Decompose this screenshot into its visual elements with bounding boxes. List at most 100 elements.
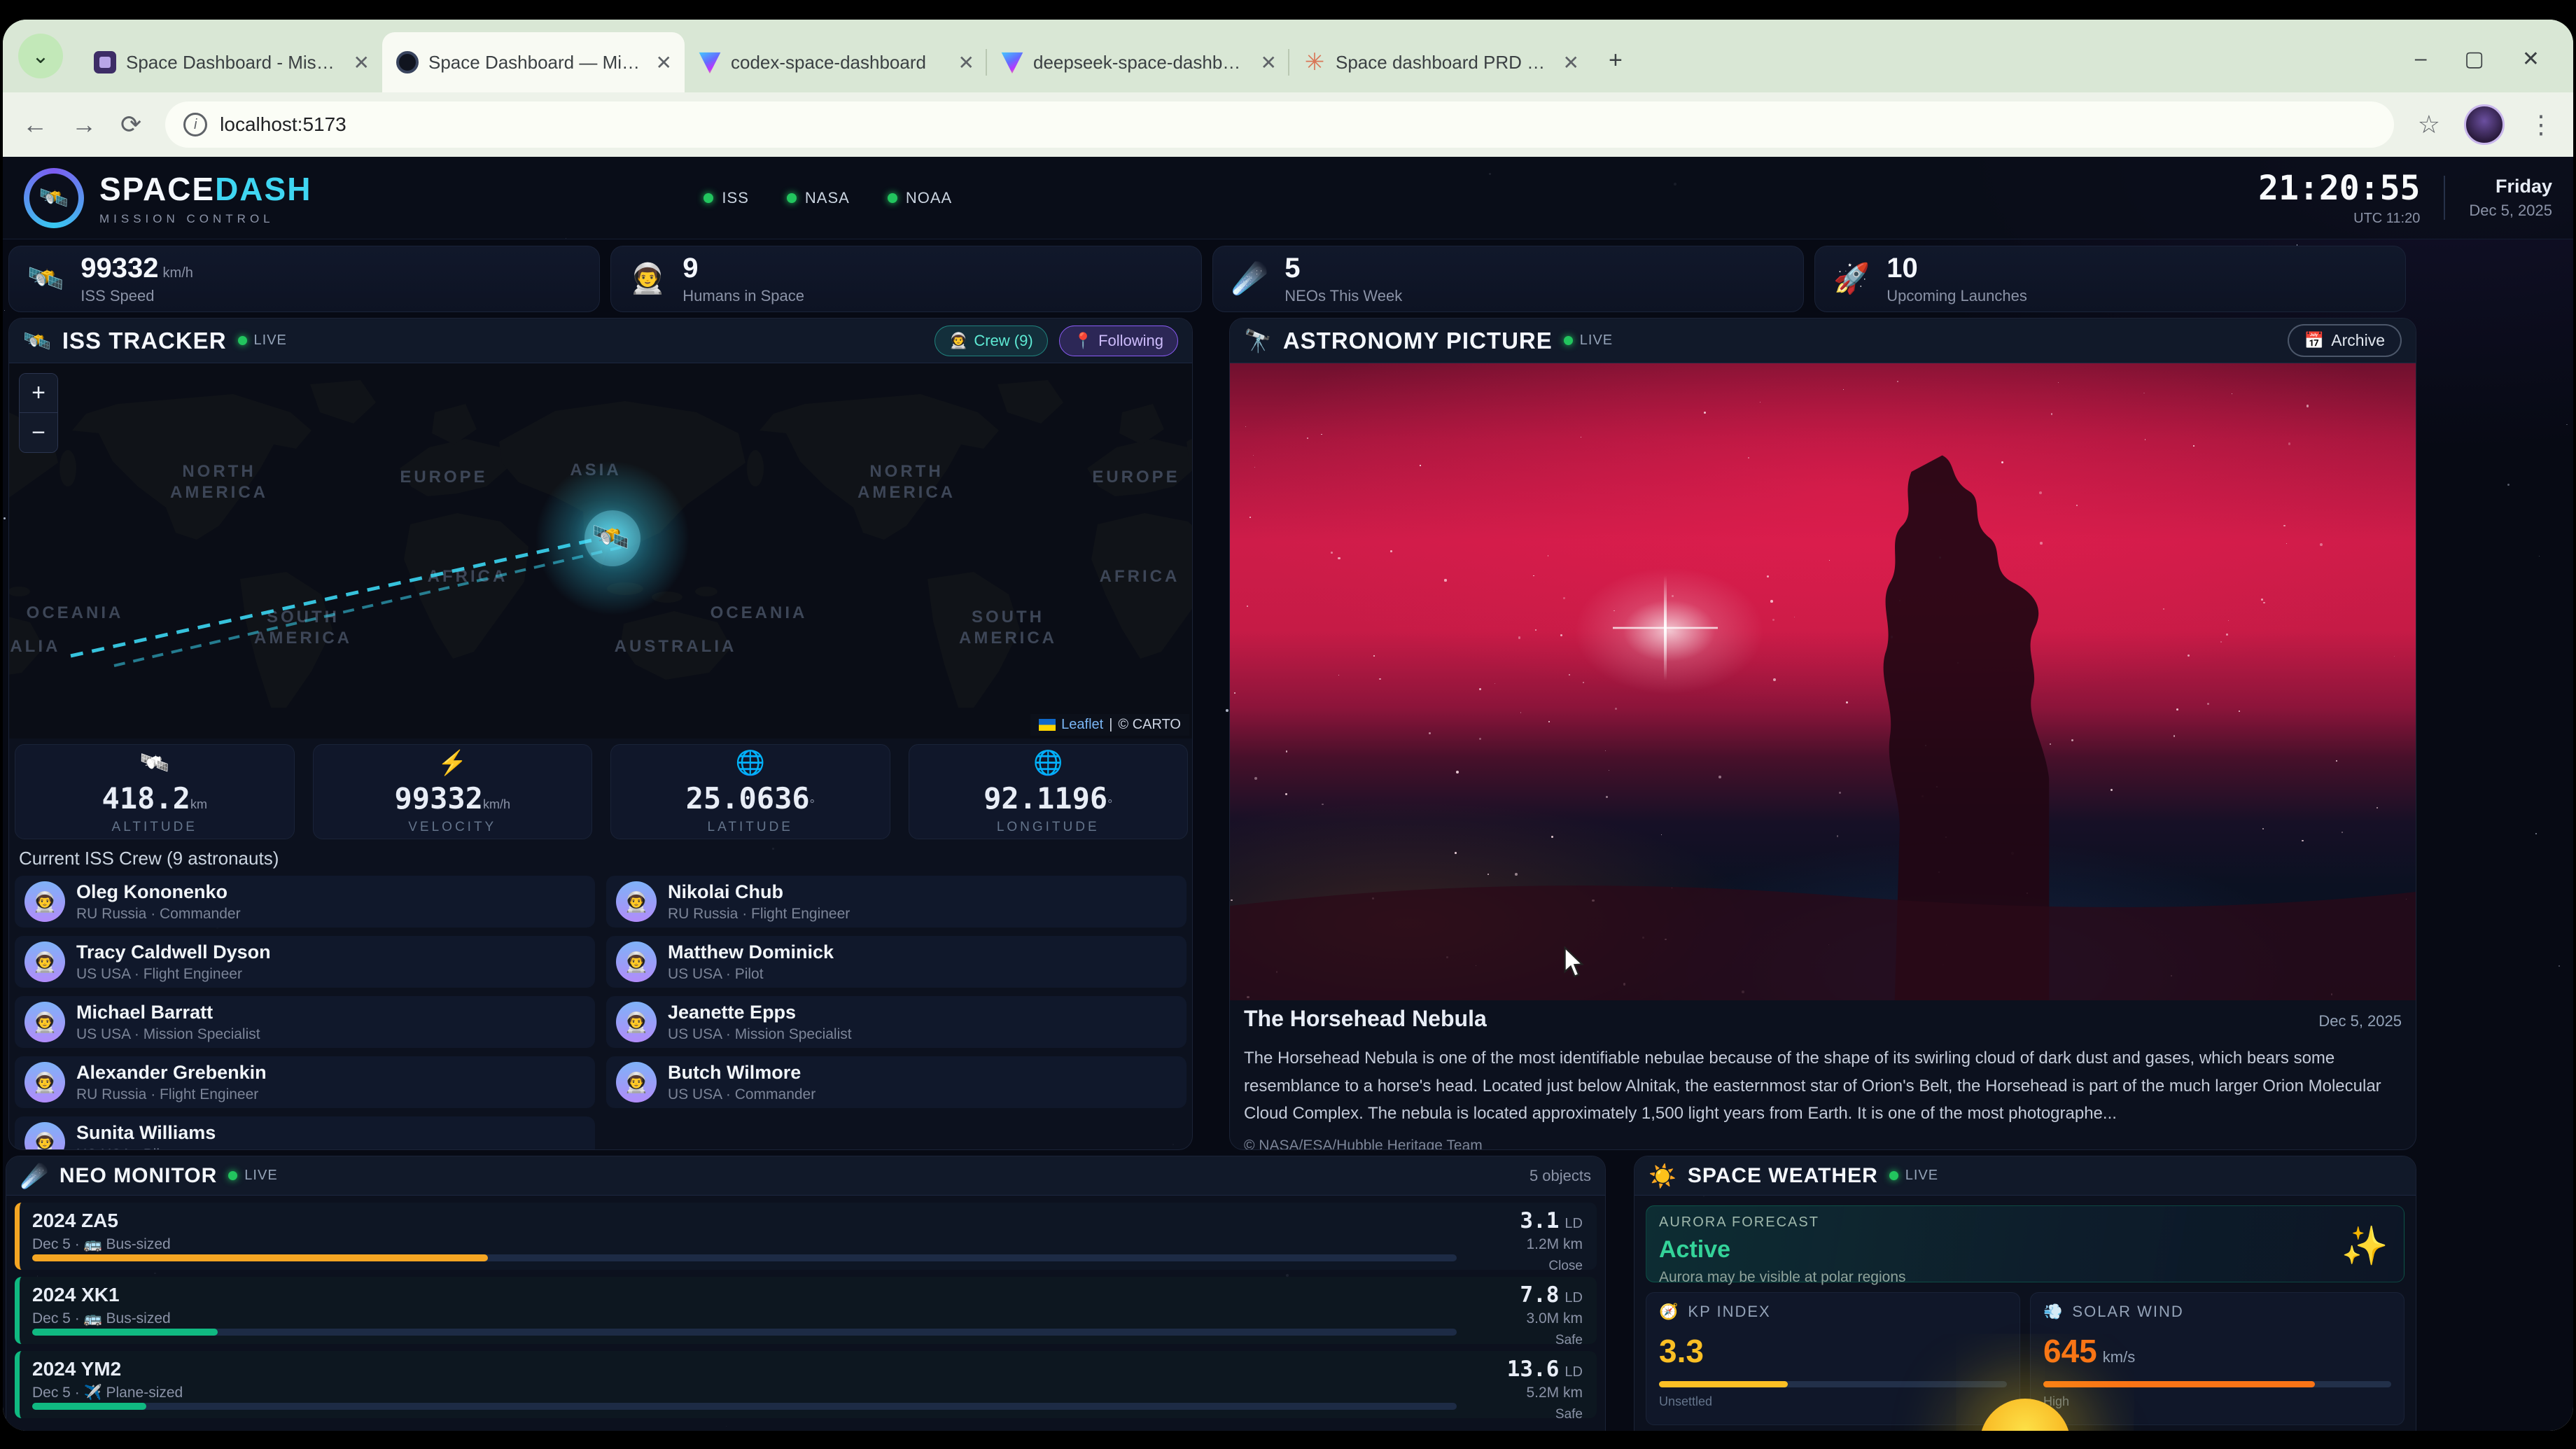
crew-row[interactable]: 👨‍🚀 Butch WilmoreUS USA · Commander — [606, 1056, 1186, 1108]
svg-text:EUROPE: EUROPE — [1092, 468, 1180, 486]
live-dot — [238, 336, 247, 345]
comet-icon: ☄️ — [20, 1163, 48, 1189]
address-bar[interactable]: i localhost:5173 — [165, 102, 2394, 148]
crew-heading: Current ISS Crew (9 astronauts) — [19, 848, 279, 869]
status-label: NASA — [805, 189, 850, 207]
crew-row[interactable]: 👨‍🚀 Oleg KononenkoRU Russia · Commander — [15, 876, 595, 927]
maximize-button[interactable]: ▢ — [2465, 47, 2484, 71]
neo-distance-bar — [32, 1329, 1457, 1336]
svg-text:SOUTH: SOUTH — [972, 608, 1044, 626]
crew-row[interactable]: 👨‍🚀 Jeanette EppsUS USA · Mission Specia… — [606, 996, 1186, 1048]
app-subtitle: MISSION CONTROL — [99, 212, 312, 226]
stat-label: NEOs This Week — [1284, 287, 1402, 305]
telemetry-longitude: 🌐 92.1196° LONGITUDE — [909, 744, 1189, 839]
crew-row[interactable]: 👨‍🚀 Matthew DominickUS USA · Pilot — [606, 936, 1186, 988]
aurora-status: Active — [1659, 1236, 2391, 1264]
crew-row[interactable]: 👨‍🚀 Michael BarrattUS USA · Mission Spec… — [15, 996, 595, 1048]
stat-humans: 👨‍🚀 9 Humans in Space — [610, 246, 1202, 312]
app-title: SPACEDASH — [99, 170, 312, 208]
status-dot — [787, 193, 797, 203]
astronaut-avatar: 👨‍🚀 — [24, 1122, 65, 1150]
following-badge[interactable]: 📍Following — [1059, 326, 1178, 356]
close-tab-icon[interactable]: ✕ — [656, 51, 672, 74]
close-tab-icon[interactable]: ✕ — [1563, 51, 1579, 74]
live-dot — [1889, 1171, 1898, 1180]
live-label: LIVE — [244, 1168, 277, 1184]
neo-row: 2024 XK1 Dec 5 · 🚌 Bus-sized 7.8LD 3.0M … — [15, 1277, 1597, 1344]
neo-distance-bar — [32, 1403, 1457, 1410]
app-header: 🛰️ SPACEDASH MISSION CONTROL ISS NASA NO… — [3, 157, 2573, 239]
new-tab-button[interactable]: + — [1609, 47, 1623, 74]
iss-panel-title: ISS TRACKER — [62, 328, 227, 354]
back-button[interactable]: ← — [22, 110, 48, 139]
site-info-icon[interactable]: i — [183, 113, 207, 136]
tab-title: deepseek-space-dashboard-2 — [1033, 52, 1251, 74]
close-tab-icon[interactable]: ✕ — [958, 51, 974, 74]
svg-text:NORTH: NORTH — [182, 462, 255, 481]
globe-icon: 🌐 — [1033, 749, 1063, 777]
crew-row[interactable]: 👨‍🚀 Sunita WilliamsUS USA · Pilot — [15, 1116, 595, 1150]
svg-text:AUSTRALIA: AUSTRALIA — [9, 637, 60, 656]
close-tab-icon[interactable]: ✕ — [354, 51, 370, 74]
apod-photo-title: The Horsehead Nebula — [1244, 1006, 1487, 1032]
map-zoom-out-button[interactable]: − — [20, 413, 57, 452]
sparkles-icon: ✨ — [2342, 1224, 2388, 1268]
tab-1[interactable]: Space Dashboard - Mission Co ✕ — [80, 32, 382, 92]
close-window-button[interactable]: ✕ — [2522, 47, 2540, 71]
archive-button[interactable]: 📅Archive — [2288, 324, 2402, 357]
astronaut-icon: 👨‍🚀 — [629, 262, 666, 296]
tab-4[interactable]: deepseek-space-dashboard-2 ✕ — [987, 32, 1289, 92]
stat-launches: 🚀 10 Upcoming Launches — [1814, 246, 2406, 312]
stat-label: Humans in Space — [682, 287, 804, 305]
svg-text:OCEANIA: OCEANIA — [27, 603, 124, 622]
spacedash-app: 🛰️ SPACEDASH MISSION CONTROL ISS NASA NO… — [3, 157, 2573, 1431]
map-attribution: Leaflet | © CARTO — [1030, 714, 1189, 736]
svg-text:NORTH: NORTH — [869, 462, 943, 481]
astronaut-avatar: 👨‍🚀 — [24, 941, 65, 982]
apod-panel-title: ASTRONOMY PICTURE — [1283, 328, 1553, 354]
solar-wind-bar — [2043, 1381, 2391, 1387]
forward-button[interactable]: → — [71, 110, 97, 139]
ukraine-flag-icon — [1039, 719, 1056, 731]
horsehead-silhouette — [1230, 363, 2416, 1000]
compass-icon: 🧭 — [1659, 1303, 1679, 1321]
neo-object-count: 5 objects — [1530, 1167, 1591, 1185]
status-dot — [888, 193, 897, 203]
apod-image[interactable] — [1230, 363, 2416, 1000]
lightning-icon: ⚡ — [438, 749, 467, 777]
profile-avatar[interactable] — [2464, 104, 2505, 145]
tab-title: Space Dashboard — Mission Co — [428, 52, 646, 74]
stat-label: ISS Speed — [80, 287, 193, 305]
svg-text:AFRICA: AFRICA — [1100, 567, 1180, 586]
solar-wind-card: 💨SOLAR WIND 645km/s High — [2030, 1292, 2404, 1425]
crew-row[interactable]: 👨‍🚀 Tracy Caldwell DysonUS USA · Flight … — [15, 936, 595, 988]
status-label: ISS — [722, 189, 748, 207]
astronaut-avatar: 👨‍🚀 — [24, 881, 65, 922]
map-zoom-in-button[interactable]: + — [20, 374, 57, 413]
vite-favicon — [1001, 51, 1023, 74]
minimize-button[interactable]: – — [2415, 47, 2427, 71]
leaflet-link[interactable]: Leaflet — [1061, 717, 1103, 733]
astronaut-avatar: 👨‍🚀 — [616, 941, 657, 982]
neo-monitor-panel: ☄️ NEO MONITOR LIVE 5 objects 2024 ZA5 D… — [6, 1156, 1606, 1431]
neo-row: 2024 ZA5 Dec 5 · 🚌 Bus-sized 3.1LD 1.2M … — [15, 1203, 1597, 1270]
tab-search-button[interactable]: ⌄ — [18, 34, 63, 78]
astronaut-avatar: 👨‍🚀 — [616, 881, 657, 922]
tab-3[interactable]: codex-space-dashboard ✕ — [685, 32, 987, 92]
close-tab-icon[interactable]: ✕ — [1261, 51, 1277, 74]
svg-text:SOUTH: SOUTH — [267, 608, 340, 626]
tab-5[interactable]: ✳ Space dashboard PRD with live ✕ — [1289, 32, 1592, 92]
iss-map[interactable]: NORTHAMERICAEUROPEASIAAFRICASOUTHAMERICA… — [9, 363, 1193, 738]
reload-button[interactable]: ⟳ — [120, 110, 141, 139]
local-time: 21:20:55 — [2258, 169, 2420, 208]
browser-menu-icon[interactable]: ⋮ — [2528, 110, 2554, 139]
bookmark-star-icon[interactable]: ☆ — [2418, 110, 2440, 139]
crew-badge[interactable]: 👨‍🚀Crew (9) — [934, 326, 1048, 356]
carto-link[interactable]: © CARTO — [1118, 717, 1181, 733]
apod-photo-date: Dec 5, 2025 — [2318, 1012, 2402, 1030]
tab-2-active[interactable]: Space Dashboard — Mission Co ✕ — [382, 32, 685, 92]
crew-row[interactable]: 👨‍🚀 Nikolai ChubRU Russia · Flight Engin… — [606, 876, 1186, 927]
crew-row[interactable]: 👨‍🚀 Alexander GrebenkinRU Russia · Fligh… — [15, 1056, 595, 1108]
wind-icon: 💨 — [2043, 1303, 2064, 1321]
rocket-icon: 🚀 — [1833, 262, 1870, 296]
